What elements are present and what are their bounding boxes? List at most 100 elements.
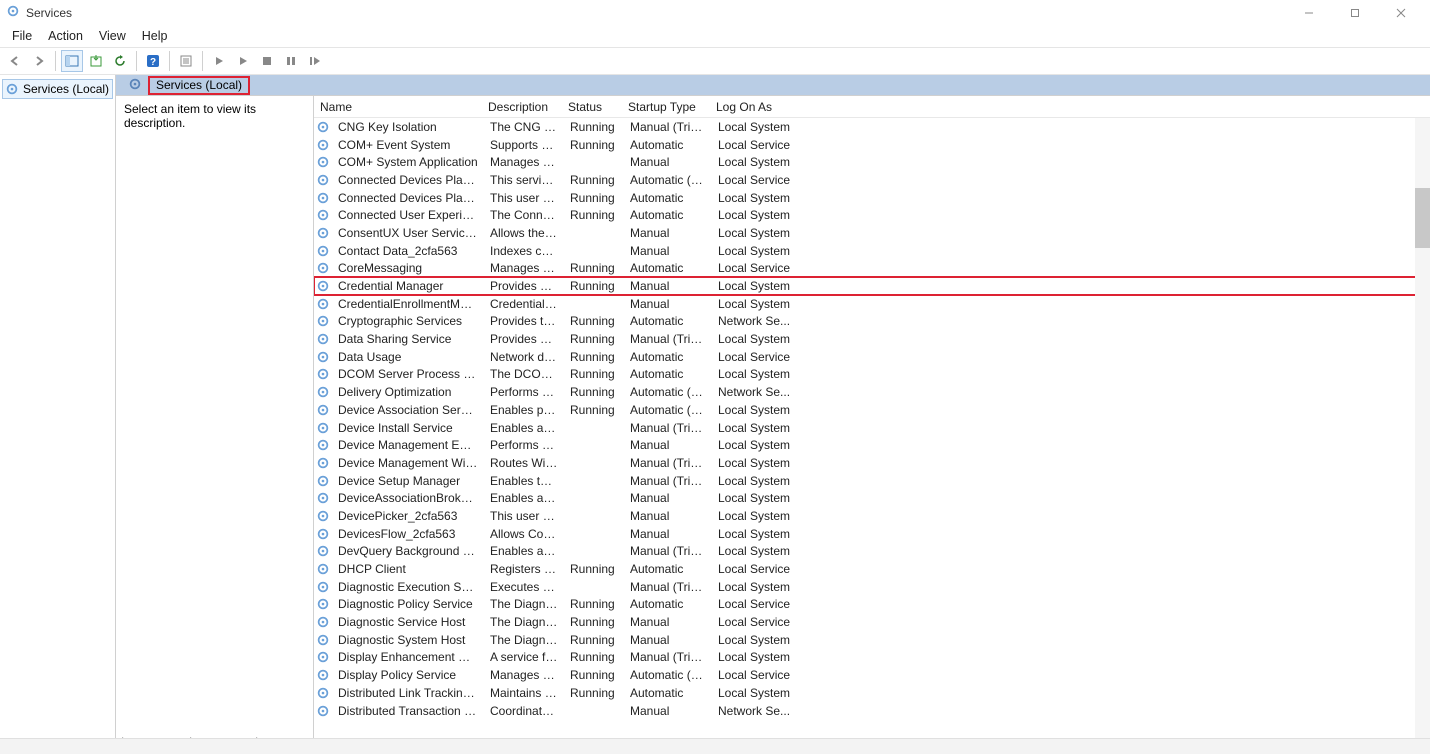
service-row[interactable]: Device Setup ManagerEnables the ...Manua…	[314, 472, 1430, 490]
gear-icon	[316, 456, 330, 470]
service-row[interactable]: Contact Data_2cfa563Indexes cont...Manua…	[314, 242, 1430, 260]
cell-logon: Local System	[712, 650, 800, 664]
properties-button[interactable]	[175, 50, 197, 72]
export-list-button[interactable]	[85, 50, 107, 72]
cell-startup: Manual	[624, 527, 712, 541]
cell-description: Registers an...	[484, 562, 564, 576]
service-row[interactable]: Device Management Enroll...Performs De..…	[314, 436, 1430, 454]
service-row[interactable]: ConsentUX User Service_2cf...Allows the …	[314, 224, 1430, 242]
service-row[interactable]: Connected Devices Platform ...This user …	[314, 189, 1430, 207]
gear-icon	[316, 332, 330, 346]
service-row[interactable]: Connected User Experiences ...The Connec…	[314, 206, 1430, 224]
service-row[interactable]: DHCP ClientRegisters an...RunningAutomat…	[314, 560, 1430, 578]
service-row[interactable]: Diagnostic Service HostThe Diagnos...Run…	[314, 613, 1430, 631]
service-row[interactable]: DCOM Server Process Launc...The DCOML...…	[314, 366, 1430, 384]
scrollbar-thumb[interactable]	[1415, 188, 1430, 248]
forward-button[interactable]	[28, 50, 50, 72]
cell-name: Diagnostic Service Host	[332, 615, 484, 629]
gear-icon	[316, 668, 330, 682]
back-button[interactable]	[4, 50, 26, 72]
cell-status: Running	[564, 120, 624, 134]
cell-logon: Local System	[712, 367, 800, 381]
service-row[interactable]: Credential ManagerProvides sec...Running…	[314, 277, 1430, 295]
service-row[interactable]: DeviceAssociationBroker_2cf...Enables ap…	[314, 489, 1430, 507]
restart-service-button[interactable]	[304, 50, 326, 72]
right-pane: Services (Local) Select an item to view …	[116, 75, 1430, 738]
cell-description: Provides thr...	[484, 314, 564, 328]
service-row[interactable]: Data Sharing ServiceProvides dat...Runni…	[314, 330, 1430, 348]
cell-description: Routes Wirel...	[484, 456, 564, 470]
service-row[interactable]: DevicesFlow_2cfa563Allows Conn...ManualL…	[314, 525, 1430, 543]
cell-description: Performs De...	[484, 438, 564, 452]
service-row[interactable]: Distributed Link Tracking Cli...Maintain…	[314, 684, 1430, 702]
service-row[interactable]: COM+ System ApplicationManages th...Manu…	[314, 153, 1430, 171]
maximize-button[interactable]	[1332, 0, 1378, 25]
minimize-button[interactable]	[1286, 0, 1332, 25]
service-row[interactable]: Display Policy ServiceManages th...Runni…	[314, 666, 1430, 684]
service-row[interactable]: Delivery OptimizationPerforms co...Runni…	[314, 383, 1430, 401]
service-row[interactable]: DevQuery Background Disc...Enables app..…	[314, 543, 1430, 561]
gear-icon	[316, 367, 330, 381]
service-row[interactable]: Device Install ServiceEnables a co...Man…	[314, 419, 1430, 437]
refresh-button[interactable]	[109, 50, 131, 72]
cell-logon: Network Se...	[712, 704, 800, 718]
col-startup-type[interactable]: Startup Type	[622, 100, 710, 114]
svg-text:?: ?	[150, 57, 156, 68]
cell-description: Enables pairi...	[484, 403, 564, 417]
cell-status: Running	[564, 350, 624, 364]
cell-startup: Manual (Trigg...	[624, 120, 712, 134]
menu-file[interactable]: File	[4, 27, 40, 45]
service-row[interactable]: Display Enhancement ServiceA service for…	[314, 649, 1430, 667]
pause-service-button[interactable]	[280, 50, 302, 72]
cell-name: Data Usage	[332, 350, 484, 364]
col-description[interactable]: Description	[482, 100, 562, 114]
service-row[interactable]: CoreMessagingManages co...RunningAutomat…	[314, 260, 1430, 278]
service-row[interactable]: Device Association ServiceEnables pairi.…	[314, 401, 1430, 419]
start-service-button-2[interactable]	[232, 50, 254, 72]
service-row[interactable]: Connected Devices Platform ...This servi…	[314, 171, 1430, 189]
gear-icon	[316, 226, 330, 240]
service-row[interactable]: Distributed Transaction Coor...Coordinat…	[314, 702, 1430, 720]
cell-status: Running	[564, 279, 624, 293]
cell-name: Credential Manager	[332, 279, 484, 293]
cell-logon: Local System	[712, 332, 800, 346]
stop-service-button[interactable]	[256, 50, 278, 72]
cell-startup: Automatic	[624, 686, 712, 700]
menu-help[interactable]: Help	[134, 27, 176, 45]
start-service-button[interactable]	[208, 50, 230, 72]
service-row[interactable]: DevicePicker_2cfa563This user ser...Manu…	[314, 507, 1430, 525]
gear-icon	[128, 77, 142, 94]
help-button[interactable]: ?	[142, 50, 164, 72]
service-row[interactable]: Data UsageNetwork dat...RunningAutomatic…	[314, 348, 1430, 366]
col-log-on-as[interactable]: Log On As	[710, 100, 798, 114]
cell-name: DevQuery Background Disc...	[332, 544, 484, 558]
cell-logon: Local System	[712, 456, 800, 470]
service-row[interactable]: CNG Key IsolationThe CNG ke...RunningMan…	[314, 118, 1430, 136]
menu-action[interactable]: Action	[40, 27, 91, 45]
service-row[interactable]: Diagnostic Execution ServiceExecutes dia…	[314, 578, 1430, 596]
cell-logon: Network Se...	[712, 385, 800, 399]
window-title: Services	[26, 6, 72, 20]
service-row[interactable]: Device Management Wireles...Routes Wirel…	[314, 454, 1430, 472]
col-name[interactable]: Name	[314, 100, 482, 114]
service-row[interactable]: Diagnostic Policy ServiceThe Diagnos...R…	[314, 596, 1430, 614]
tree-root-item[interactable]: Services (Local)	[2, 79, 113, 99]
cell-logon: Local Service	[712, 138, 800, 152]
cell-status: Running	[564, 367, 624, 381]
col-status[interactable]: Status	[562, 100, 622, 114]
gear-icon	[316, 438, 330, 452]
cell-description: Allows Conn...	[484, 527, 564, 541]
service-row[interactable]: COM+ Event SystemSupports Sy...RunningAu…	[314, 136, 1430, 154]
gear-icon	[316, 633, 330, 647]
service-row[interactable]: Diagnostic System HostThe Diagnos...Runn…	[314, 631, 1430, 649]
cell-startup: Manual	[624, 633, 712, 647]
close-button[interactable]	[1378, 0, 1424, 25]
inner-tab-label[interactable]: Services (Local)	[148, 76, 250, 95]
service-row[interactable]: Cryptographic ServicesProvides thr...Run…	[314, 313, 1430, 331]
show-hide-tree-button[interactable]	[61, 50, 83, 72]
menu-view[interactable]: View	[91, 27, 134, 45]
scrollbar[interactable]	[1415, 118, 1430, 738]
service-row[interactable]: CredentialEnrollmentManag...Credential E…	[314, 295, 1430, 313]
gear-icon	[316, 208, 330, 222]
cell-status: Running	[564, 615, 624, 629]
